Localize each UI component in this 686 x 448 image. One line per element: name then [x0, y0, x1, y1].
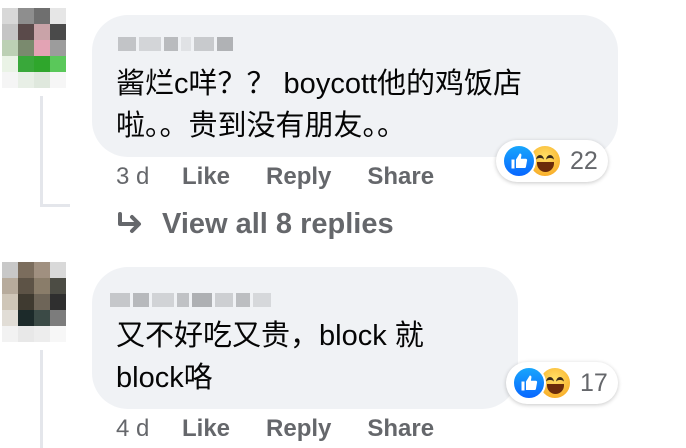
view-replies-link[interactable]: View all 8 replies: [116, 208, 394, 241]
share-button[interactable]: Share: [367, 415, 434, 443]
thread-line: [40, 350, 43, 448]
comment-text: 酱烂c咩？？ boycott他的鸡饭店 啦。。贵到没有朋友。。: [116, 63, 522, 147]
author-name-redacted[interactable]: [118, 37, 233, 51]
reply-arrow-icon: [116, 211, 146, 238]
comment-actions: 4 d Like Reply Share: [116, 415, 470, 443]
comment-bubble: 又不好吃又贵，block 就 block咯: [92, 267, 518, 409]
thread-line: [40, 96, 43, 206]
comment-text: 又不好吃又贵，block 就 block咯: [116, 315, 424, 399]
comment-timestamp[interactable]: 3 d: [116, 163, 182, 191]
reaction-summary[interactable]: 17: [506, 362, 618, 404]
comment-bubble: 酱烂c咩？？ boycott他的鸡饭店 啦。。贵到没有朋友。。: [92, 15, 618, 157]
share-button[interactable]: Share: [367, 163, 434, 191]
reply-button[interactable]: Reply: [266, 163, 331, 191]
comment-text-line: 啦。。贵到没有朋友。。: [116, 110, 407, 142]
reaction-count: 17: [580, 368, 608, 397]
thread-line-curve: [40, 204, 70, 207]
view-replies-label: View all 8 replies: [162, 208, 394, 240]
avatar[interactable]: [2, 8, 66, 92]
like-button[interactable]: Like: [182, 415, 230, 443]
like-reaction-icon: [512, 366, 546, 400]
comment-text-line: block咯: [116, 362, 213, 394]
avatar[interactable]: [2, 262, 66, 346]
comment-actions: 3 d Like Reply Share: [116, 163, 470, 191]
like-reaction-icon: [502, 144, 536, 178]
reaction-count: 22: [570, 146, 598, 175]
like-button[interactable]: Like: [182, 163, 230, 191]
comment-timestamp[interactable]: 4 d: [116, 415, 182, 443]
author-name-redacted[interactable]: [110, 293, 271, 307]
reply-button[interactable]: Reply: [266, 415, 331, 443]
comment-text-line: 又不好吃又贵，block 就: [116, 320, 424, 352]
comment-text-line: 酱烂c咩？？ boycott他的鸡饭店: [116, 68, 523, 100]
reaction-summary[interactable]: 22: [496, 140, 608, 182]
